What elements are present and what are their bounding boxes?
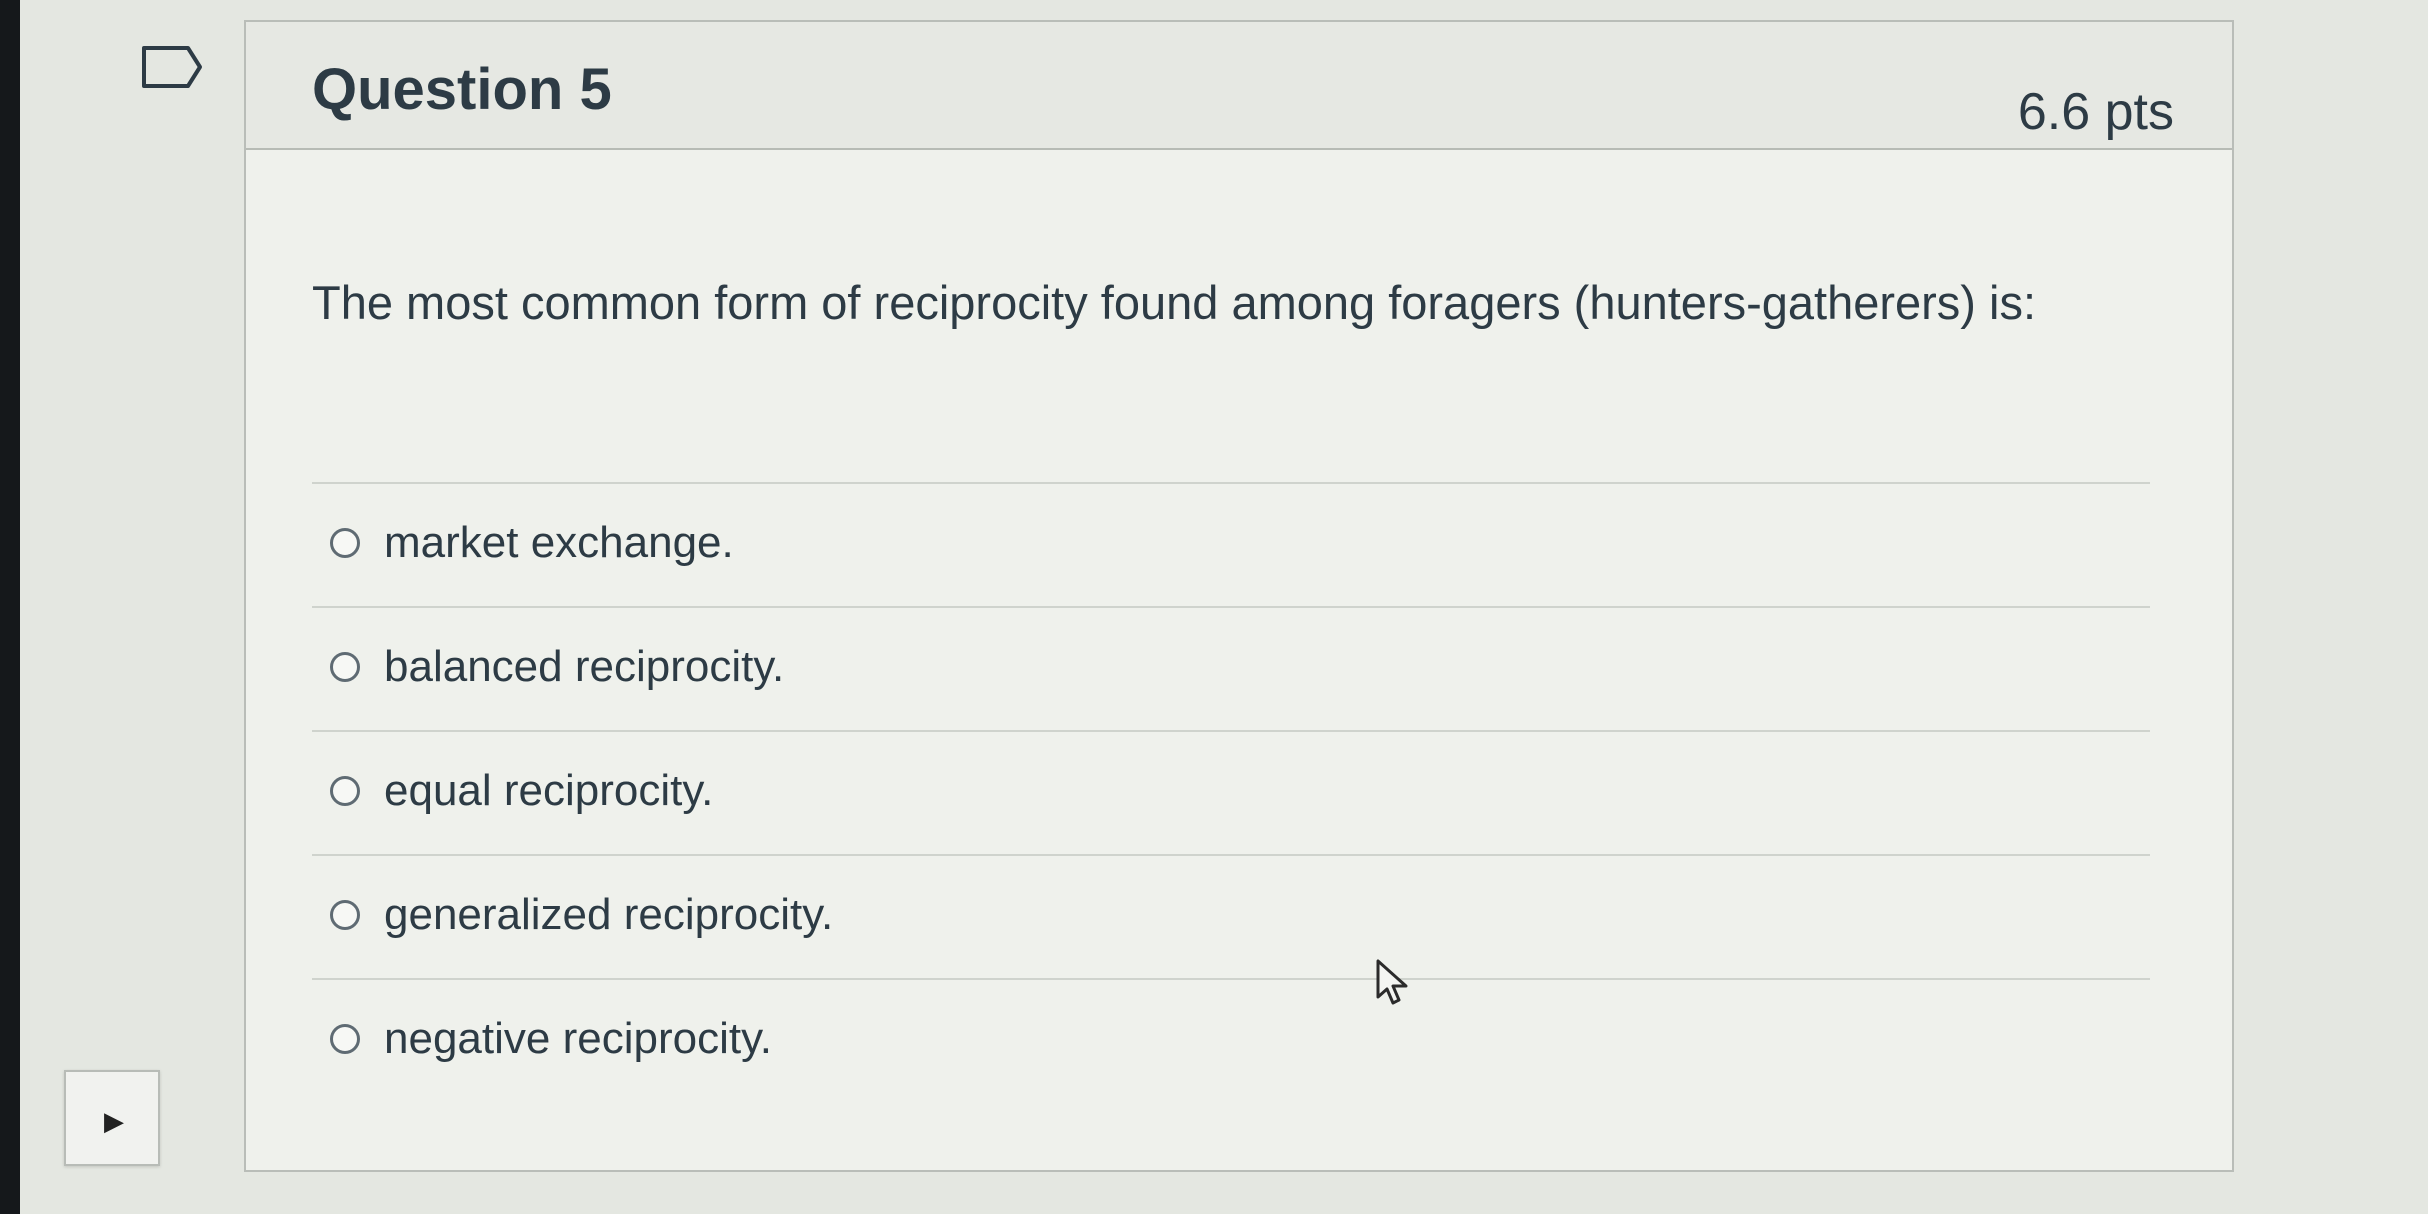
answer-label[interactable]: balanced reciprocity. (384, 642, 784, 692)
answer-list: market exchange. balanced reciprocity. e… (312, 482, 2150, 1102)
answer-option[interactable]: market exchange. (312, 482, 2150, 606)
answer-option[interactable]: negative reciprocity. (312, 978, 2150, 1102)
answer-label[interactable]: negative reciprocity. (384, 1014, 772, 1064)
question-title: Question 5 (312, 57, 612, 122)
answer-option[interactable]: balanced reciprocity. (312, 606, 2150, 730)
answer-option[interactable]: generalized reciprocity. (312, 854, 2150, 978)
radio-button[interactable] (330, 652, 360, 682)
radio-button[interactable] (330, 1024, 360, 1054)
question-card: Question 5 6.6 pts The most common form … (244, 20, 2234, 1172)
flag-question-button[interactable] (140, 44, 204, 90)
answer-option[interactable]: equal reciprocity. (312, 730, 2150, 854)
question-header: Question 5 6.6 pts (246, 22, 2232, 150)
question-text: The most common form of reciprocity foun… (312, 276, 2037, 329)
answer-label[interactable]: generalized reciprocity. (384, 890, 833, 940)
radio-button[interactable] (330, 776, 360, 806)
triangle-right-icon: ▶ (104, 1106, 124, 1136)
screen-bezel (0, 0, 20, 1214)
question-points: 6.6 pts (2017, 83, 2174, 141)
answer-label[interactable]: market exchange. (384, 518, 734, 568)
side-panel-toggle-button[interactable]: ▶ (64, 1070, 160, 1166)
radio-button[interactable] (330, 900, 360, 930)
flag-outline-icon (142, 46, 202, 88)
mouse-pointer-hand-icon (1370, 955, 1418, 1015)
answer-label[interactable]: equal reciprocity. (384, 766, 713, 816)
radio-button[interactable] (330, 528, 360, 558)
